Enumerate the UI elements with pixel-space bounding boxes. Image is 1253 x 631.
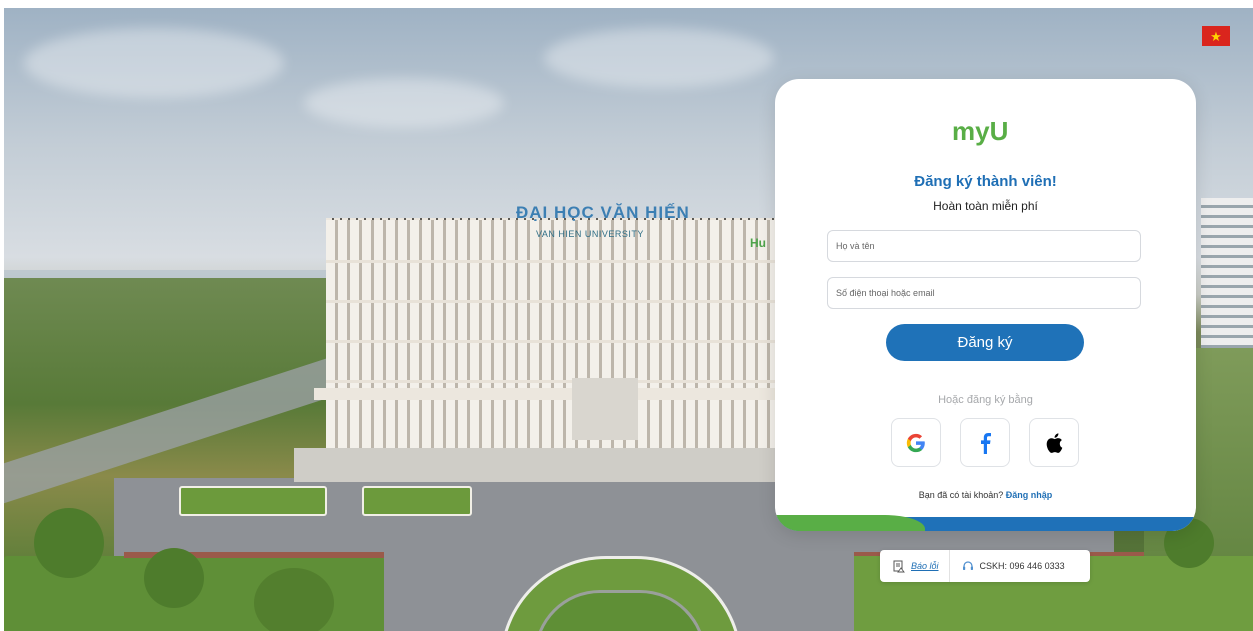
headset-icon — [962, 561, 973, 570]
building-sign-side: Hu — [750, 236, 766, 250]
report-bug-icon — [893, 560, 905, 572]
cloud — [544, 28, 774, 88]
register-card: myU Đăng ký thành viên! Hoàn toàn miễn p… — [775, 79, 1196, 531]
report-bug-link[interactable]: Báo lỗi — [911, 561, 939, 571]
lawn — [179, 486, 327, 516]
login-link[interactable]: Đăng nhập — [1006, 490, 1053, 500]
building-sign: ĐẠI HỌC VĂN HIẾN — [516, 203, 690, 222]
login-prompt: Bạn đã có tài khoản? Đăng nhập — [775, 490, 1196, 500]
tree — [34, 508, 104, 578]
apple-signup-button[interactable] — [1029, 418, 1079, 467]
page-subtitle: Hoàn toàn miễn phí — [933, 199, 1038, 213]
support-bar: Báo lỗi CSKH: 096 446 0333 — [880, 550, 1090, 582]
myu-logo-icon: myU — [952, 116, 1008, 146]
university-building — [326, 220, 786, 448]
report-bug[interactable]: Báo lỗi — [880, 550, 950, 582]
language-flag-button[interactable]: ★ — [1202, 26, 1230, 46]
cloud — [304, 78, 504, 128]
logo-text: myU — [952, 116, 1008, 146]
tree — [144, 548, 204, 608]
google-signup-button[interactable] — [891, 418, 941, 467]
building-entrance — [572, 378, 638, 440]
plaza — [294, 448, 814, 482]
facebook-icon — [981, 432, 991, 454]
building-wing — [314, 388, 794, 400]
apple-icon — [1046, 432, 1063, 453]
tree — [254, 568, 334, 631]
have-account-text: Bạn đã có tài khoản? — [918, 490, 1004, 500]
building-sign-sub: VAN HIEN UNIVERSITY — [536, 229, 644, 239]
myu-logo: myU — [775, 113, 1196, 152]
phone-email-input[interactable] — [827, 277, 1141, 309]
google-icon — [906, 433, 925, 452]
card-footer-wave — [775, 515, 925, 531]
customer-support: CSKH: 096 446 0333 — [950, 560, 1065, 572]
vietnam-flag-icon: ★ — [1210, 28, 1222, 44]
cloud — [24, 28, 284, 98]
page-title: Đăng ký thành viên! — [914, 173, 1057, 190]
apartment-tower — [1201, 198, 1253, 348]
full-name-input[interactable] — [827, 230, 1141, 262]
facebook-signup-button[interactable] — [960, 418, 1010, 467]
register-button[interactable]: Đăng ký — [886, 324, 1084, 361]
lawn — [362, 486, 472, 516]
hotline-text: CSKH: 096 446 0333 — [979, 561, 1065, 571]
alt-signup-label: Hoặc đăng ký bằng — [938, 394, 1033, 406]
